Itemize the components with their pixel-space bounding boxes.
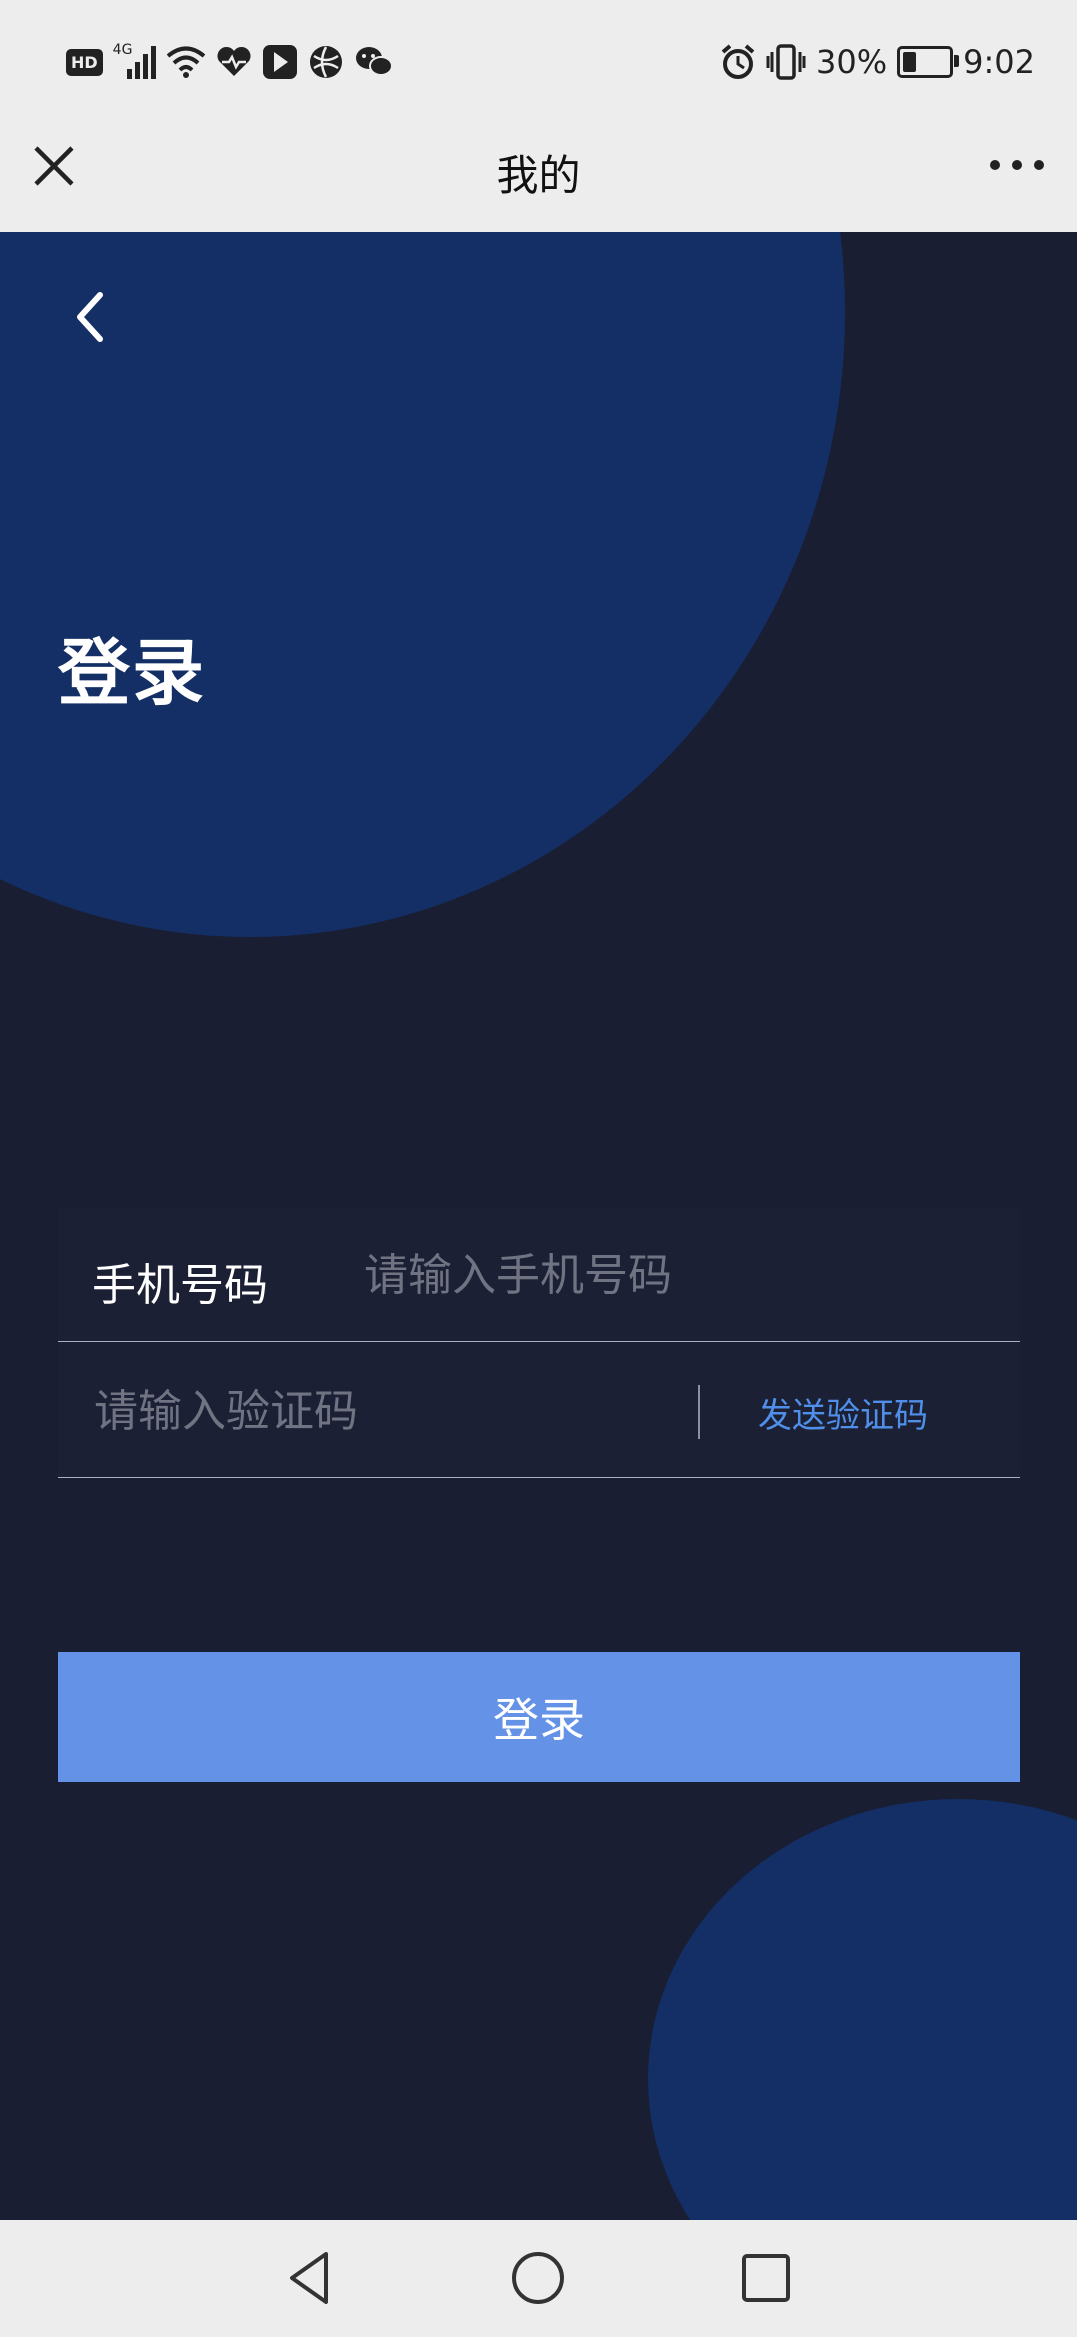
network-type-label: 4G [112,42,133,58]
battery-percent: 30% [816,43,888,81]
more-button[interactable] [985,140,1049,190]
battery-icon [897,46,960,78]
status-bar: HD 4G 30% 9:02 [0,0,1077,120]
hd-icon: HD [66,48,103,76]
code-row: 发送验证码 [58,1343,1020,1478]
back-button[interactable] [60,287,120,347]
page-title: 我的 [496,151,581,200]
wifi-icon [166,45,206,79]
clock: 9:02 [963,43,1035,81]
recent-square-icon [742,2254,790,2302]
send-code-button[interactable]: 发送验证码 [758,1388,928,1437]
status-right-icons: 30% 9:02 [720,40,1035,84]
nav-recent-button[interactable] [736,2248,796,2308]
alarm-icon [720,44,756,80]
nav-home-button[interactable] [508,2248,568,2308]
verification-code-input[interactable] [92,1371,716,1451]
login-button[interactable]: 登录 [58,1652,1020,1782]
system-nav-bar [0,2220,1077,2337]
back-triangle-icon [290,2252,328,2304]
phone-label: 手机号码 [92,1260,268,1311]
home-circle-icon [512,2252,564,2304]
battery-level-fill [903,52,917,72]
signal-4g-icon: 4G [112,42,157,79]
phone-row: 手机号码 [58,1207,1020,1342]
decorative-circle-bottom [648,1799,1077,2220]
health-icon [216,46,252,78]
vibrate-icon [766,44,806,80]
title-bar: 我的 [0,120,1077,232]
decorative-circle-top [0,232,845,937]
status-left-icons: HD 4G [66,40,394,84]
wechat-icon [354,45,394,79]
divider [698,1385,700,1439]
browser-icon [308,44,344,80]
login-page: 登录 手机号码 发送验证码 登录 [0,232,1077,2220]
more-icon [990,160,1044,170]
chevron-left-icon [77,292,103,342]
phone-input[interactable] [362,1235,996,1315]
nav-back-button[interactable] [280,2248,340,2308]
login-heading: 登录 [58,631,207,715]
app-icon [262,44,298,80]
